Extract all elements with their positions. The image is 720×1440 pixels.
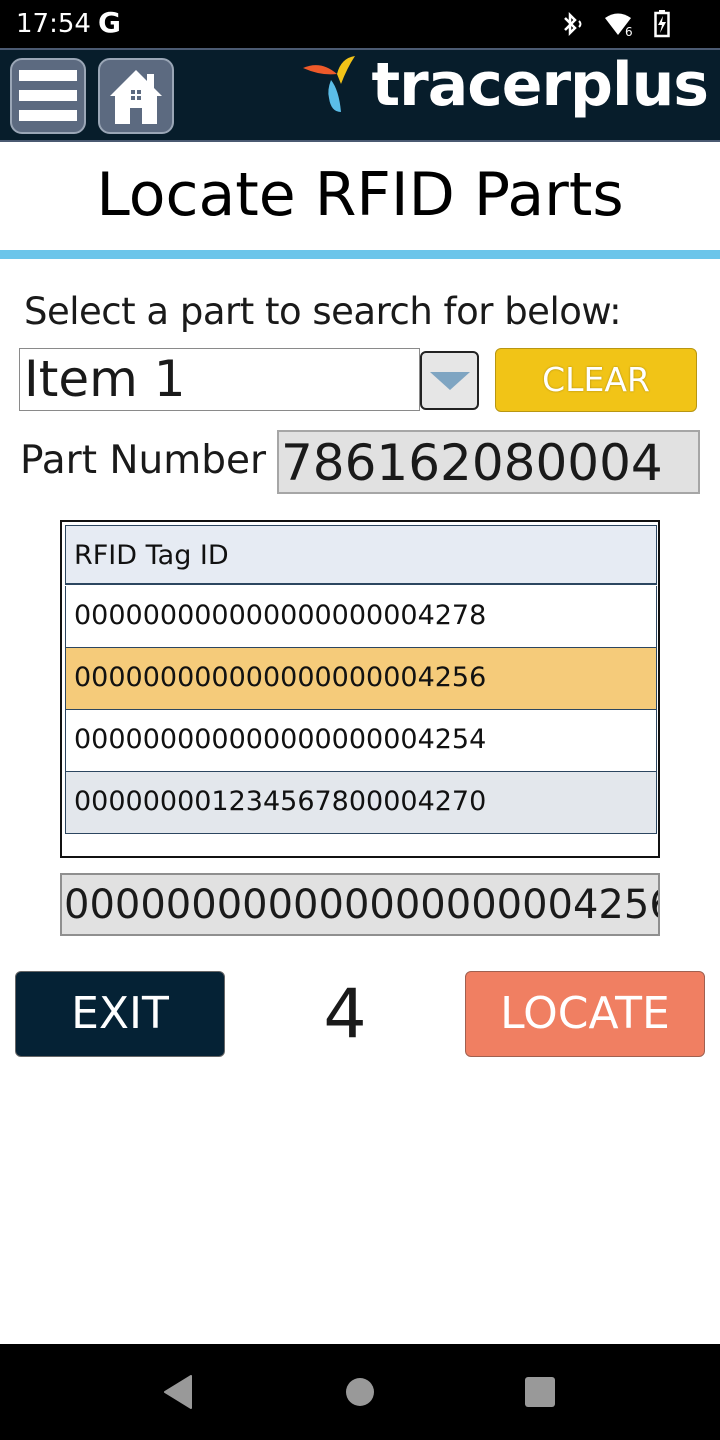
bluetooth-icon — [564, 11, 582, 37]
tracerplus-logo: tracerplus — [301, 50, 709, 120]
recents-square-icon — [525, 1377, 555, 1407]
status-time: 17:54 — [16, 9, 91, 39]
locate-button[interactable]: LOCATE — [465, 971, 705, 1057]
hamburger-menu-icon — [19, 70, 77, 121]
svg-text:6: 6 — [625, 25, 633, 37]
tag-count: 4 — [323, 975, 367, 1054]
home-circle-icon — [346, 1378, 374, 1406]
selected-tag-field: 000000000000000000004256 — [60, 873, 660, 936]
navigation-bar — [0, 1344, 720, 1440]
table-row[interactable]: 000000000000000000004278 — [65, 586, 657, 648]
logo-text: tracerplus — [371, 50, 709, 120]
menu-button[interactable] — [10, 58, 86, 134]
tracerplus-logo-mark — [303, 56, 356, 112]
back-triangle-icon — [164, 1375, 192, 1409]
battery-charging-icon — [654, 10, 670, 38]
back-button[interactable] — [148, 1372, 208, 1412]
status-icons: 6 — [560, 10, 670, 38]
app-header: tracerplus — [0, 48, 720, 142]
clear-button[interactable]: CLEAR — [495, 348, 697, 412]
part-number-label: Part Number — [20, 438, 267, 483]
wifi-6-icon: 6 — [605, 13, 633, 37]
home-nav-button[interactable] — [330, 1372, 390, 1412]
table-row[interactable]: 000000000000000000004254 — [65, 710, 657, 772]
recents-button[interactable] — [510, 1372, 570, 1412]
table-row-selected[interactable]: 000000000000000000004256 — [65, 648, 657, 710]
part-dropdown-button[interactable] — [420, 351, 479, 410]
part-number-field: 786162080004 — [277, 430, 700, 494]
exit-button[interactable]: EXIT — [15, 971, 225, 1057]
table-row[interactable]: 000000001234567800004270 — [65, 772, 657, 834]
column-header-rfid-tag-id: RFID Tag ID — [65, 525, 657, 585]
home-button[interactable] — [98, 58, 174, 134]
home-icon — [110, 70, 162, 124]
title-divider — [0, 250, 720, 259]
instruction-label: Select a part to search for below: — [24, 290, 622, 333]
google-icon: G — [98, 6, 121, 39]
page-title: Locate RFID Parts — [96, 160, 624, 230]
chevron-down-icon — [429, 371, 470, 390]
status-bar: 17:54 G 6 — [0, 0, 720, 48]
rfid-tag-list[interactable]: RFID Tag ID 000000000000000000004278 000… — [60, 520, 660, 858]
part-select-field[interactable]: Item 1 — [19, 348, 420, 411]
